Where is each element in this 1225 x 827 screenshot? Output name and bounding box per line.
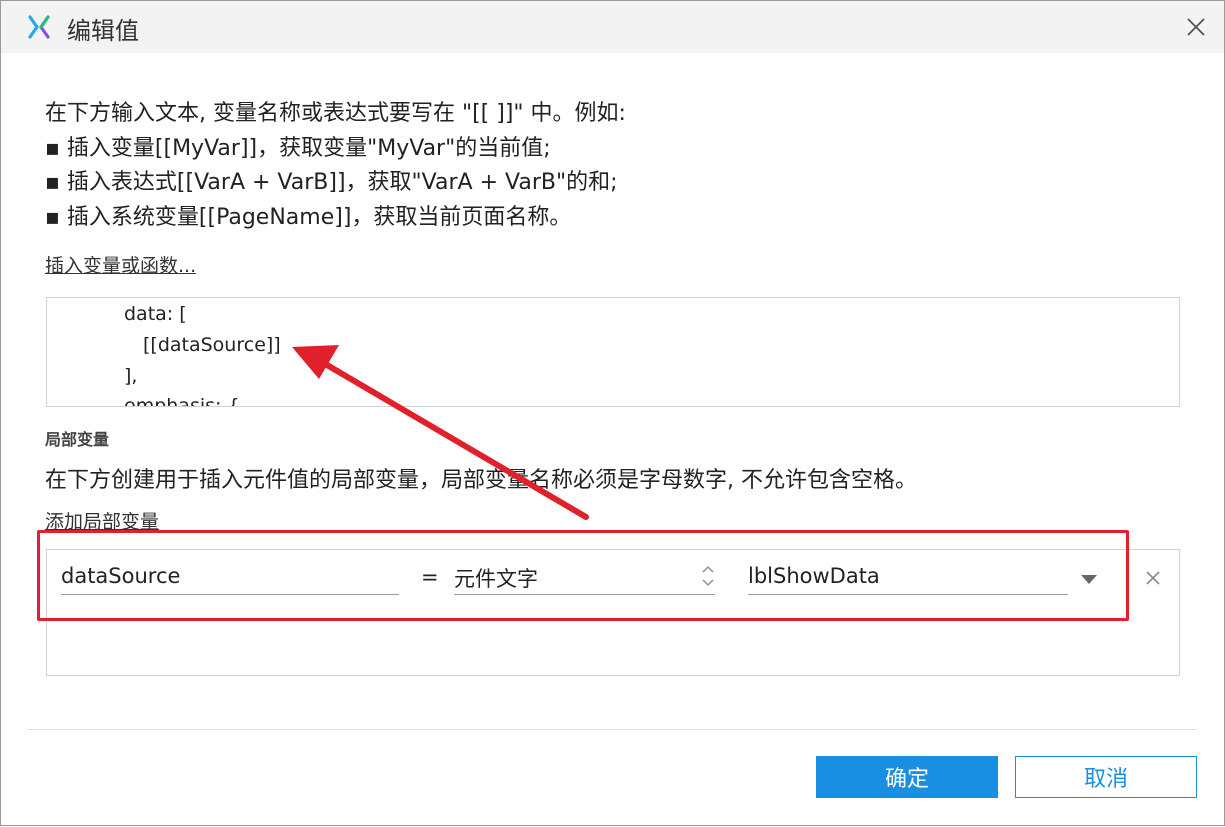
- title-bar: 编辑值: [1, 1, 1224, 53]
- instruction-line: ▪ 插入变量[[MyVar]]，获取变量"MyVar"的当前值;: [45, 135, 551, 161]
- code-line: data: [: [124, 303, 187, 325]
- instruction-line: ▪ 插入表达式[[VarA + VarB]]，获取"VarA + VarB"的和…: [45, 170, 618, 195]
- spinner-updown-icon[interactable]: [701, 562, 715, 590]
- input-underline: [748, 594, 1068, 595]
- input-underline: [454, 594, 715, 595]
- code-line: emphasis: {: [124, 395, 240, 407]
- code-line: ],: [124, 365, 138, 387]
- instruction-line: 在下方输入文本, 变量名称或表达式要写在 "[[ ]]" 中。例如:: [45, 101, 626, 126]
- close-icon[interactable]: [1184, 15, 1208, 39]
- local-variables-description: 在下方创建用于插入元件值的局部变量，局部变量名称必须是字母数字, 不允许包含空格…: [45, 468, 917, 493]
- local-variables-heading: 局部变量: [45, 430, 110, 449]
- remove-variable-icon[interactable]: [1145, 570, 1161, 586]
- local-variables-panel: dataSource = 元件文字 lblShowData: [46, 549, 1180, 676]
- insert-variable-or-function-link[interactable]: 插入变量或函数...: [45, 251, 196, 278]
- cancel-button[interactable]: 取消: [1015, 756, 1197, 798]
- variable-name-input[interactable]: dataSource: [61, 564, 180, 588]
- value-text-editor[interactable]: data: [ [[dataSource]] ], emphasis: {: [46, 297, 1180, 407]
- instruction-line: ▪ 插入系统变量[[PageName]]，获取当前页面名称。: [45, 204, 572, 230]
- value-type-select[interactable]: 元件文字: [454, 563, 538, 593]
- dropdown-arrow-icon[interactable]: [1081, 575, 1097, 585]
- ok-button[interactable]: 确定: [816, 756, 998, 798]
- instructions: 在下方输入文本, 变量名称或表达式要写在 "[[ ]]" 中。例如: ▪ 插入变…: [45, 97, 626, 235]
- code-line: [[dataSource]]: [143, 334, 281, 356]
- target-widget-select[interactable]: lblShowData: [748, 564, 880, 588]
- dialog-title: 编辑值: [67, 17, 139, 45]
- edit-value-dialog: 编辑值 在下方输入文本, 变量名称或表达式要写在 "[[ ]]" 中。例如: ▪…: [0, 0, 1225, 826]
- add-local-variable-link[interactable]: 添加局部变量: [45, 507, 159, 534]
- footer-divider: [27, 729, 1197, 730]
- input-underline: [61, 594, 399, 595]
- equals-sign: =: [421, 565, 439, 589]
- axure-logo-icon: [28, 15, 50, 39]
